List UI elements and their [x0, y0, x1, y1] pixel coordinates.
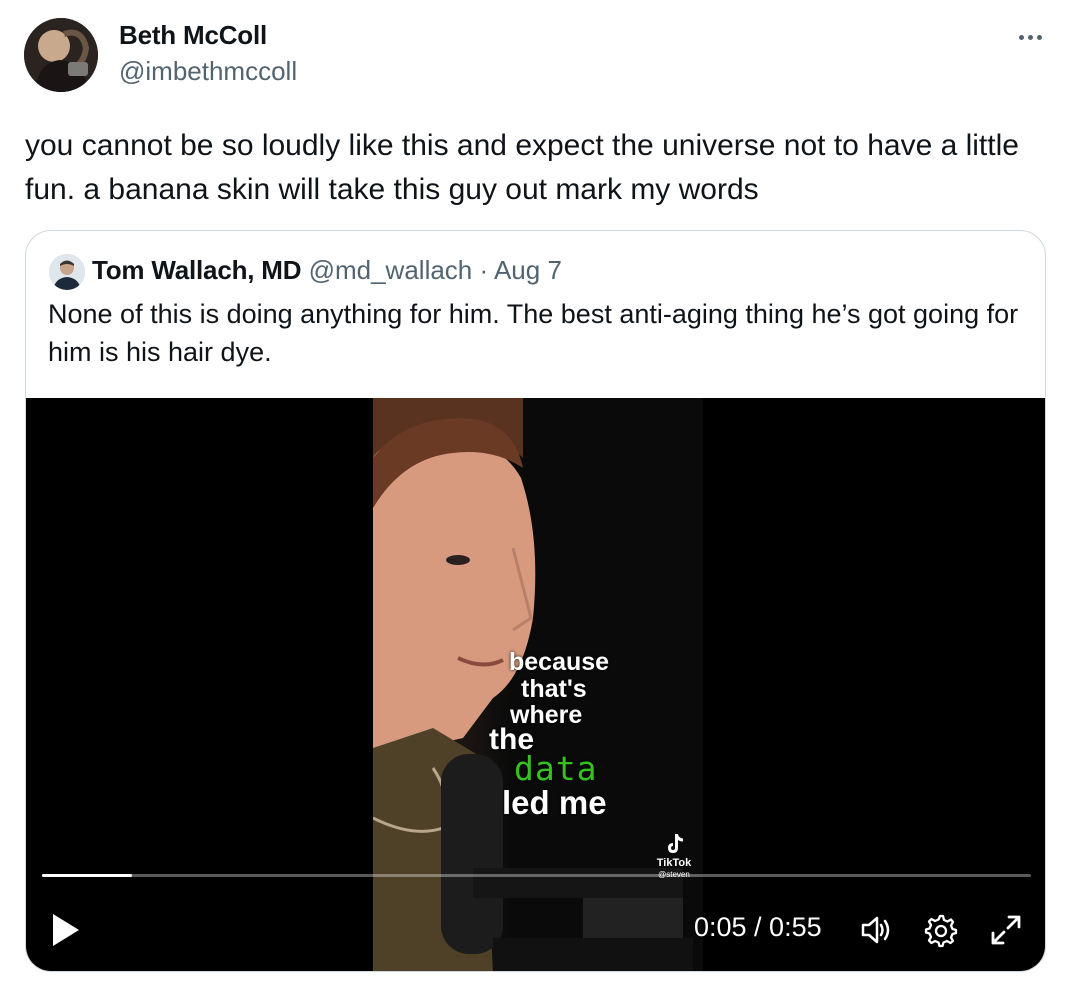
quoted-tweet-card[interactable]: Tom Wallach, MD @md_wallach · Aug 7 None… [25, 230, 1046, 972]
quote-author-avatar[interactable] [49, 254, 85, 290]
fullscreen-icon [991, 915, 1021, 945]
quote-header: Tom Wallach, MD @md_wallach · Aug 7 [92, 255, 562, 286]
volume-button[interactable] [858, 912, 894, 948]
settings-button[interactable] [922, 912, 958, 948]
quote-date[interactable]: Aug 7 [494, 255, 562, 285]
author-handle[interactable]: @imbethmccoll [119, 56, 297, 87]
quote-author-name[interactable]: Tom Wallach, MD [92, 255, 302, 285]
video-caption-highlight: data [514, 749, 598, 788]
tweet-text: you cannot be so loudly like this and ex… [25, 129, 1019, 206]
quote-separator: · [479, 255, 489, 285]
quote-author-handle[interactable]: @md_wallach [309, 255, 473, 285]
quote-text: None of this is doing anything for him. … [48, 299, 1019, 367]
more-horizontal-icon [1018, 34, 1024, 40]
author-avatar[interactable] [24, 18, 98, 92]
video-progress-bar[interactable] [42, 874, 1031, 877]
play-icon [53, 914, 79, 946]
video-caption-line: led me [502, 784, 607, 821]
video-time-display: 0:05 / 0:55 [694, 912, 822, 942]
author-name[interactable]: Beth McColl [119, 20, 267, 51]
more-horizontal-icon-dot [1027, 34, 1033, 40]
video-caption-line: that's [521, 675, 587, 703]
quote-author-avatar-image [49, 254, 85, 290]
tiktok-brand: TikTok [656, 857, 692, 869]
tiktok-watermark: TikTok @steven [652, 832, 696, 879]
volume-icon [861, 916, 890, 944]
video-player[interactable]: because that's where the data led me Tik… [26, 398, 1045, 971]
more-options-button[interactable] [1010, 22, 1050, 52]
gear-icon [924, 914, 958, 948]
author-avatar-image [24, 18, 98, 92]
video-progress-fill [42, 874, 132, 877]
more-horizontal-icon-dot [1036, 34, 1042, 40]
video-caption-line: because [509, 648, 610, 676]
fullscreen-button[interactable] [988, 912, 1024, 948]
tiktok-logo-icon [668, 834, 683, 853]
play-button[interactable] [50, 910, 82, 950]
